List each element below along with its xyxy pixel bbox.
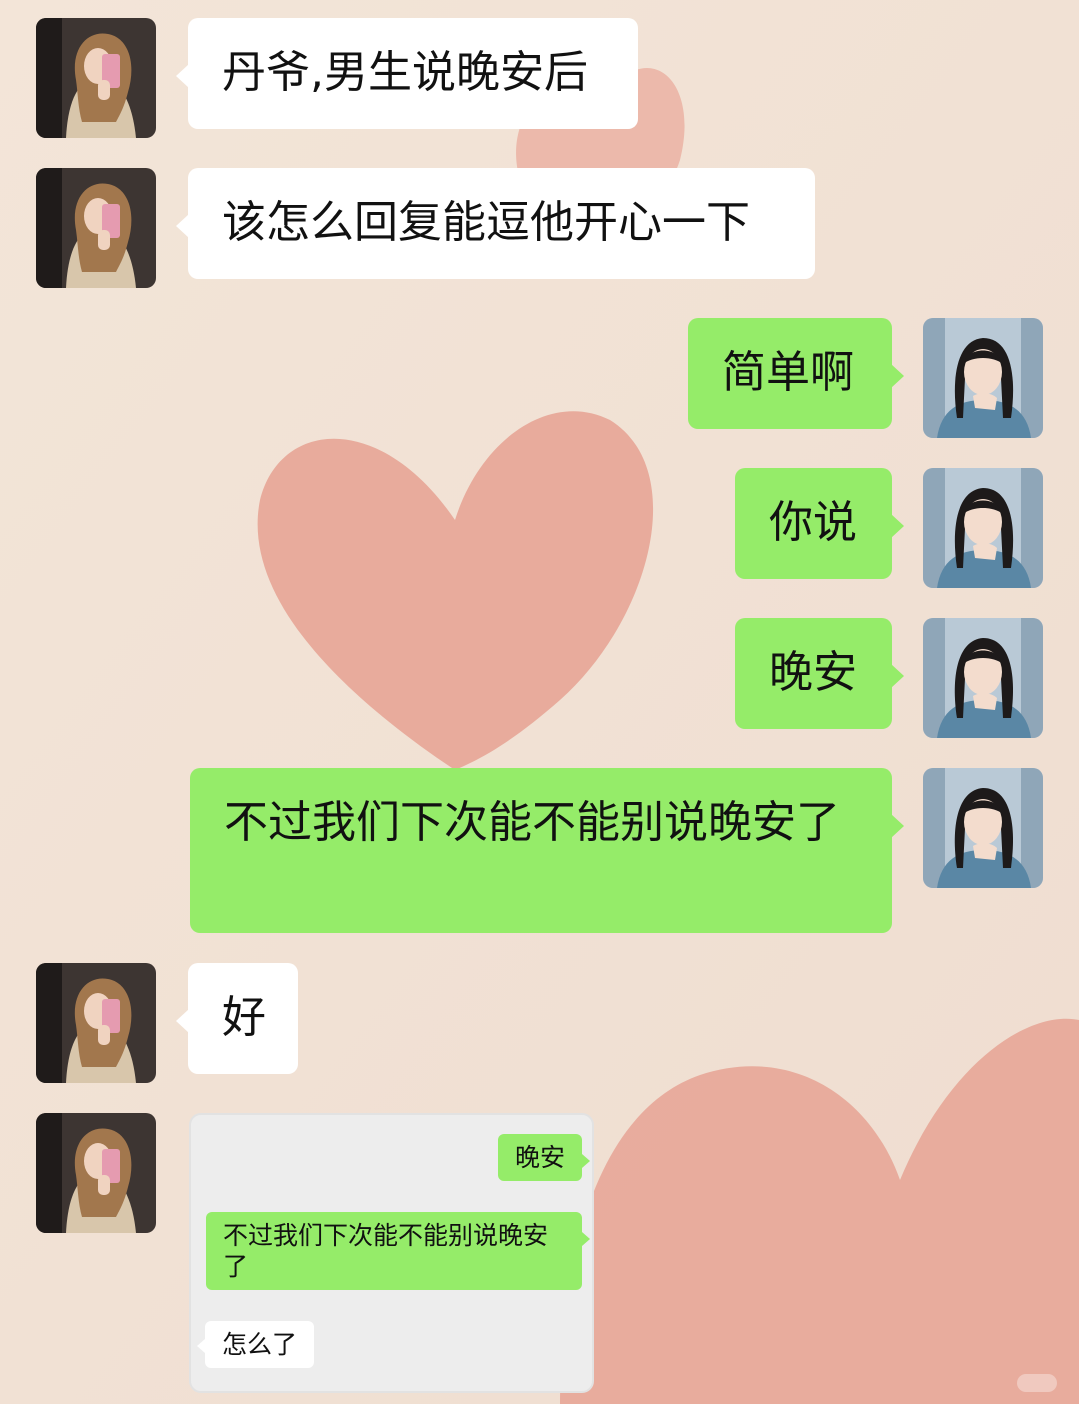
screenshot-bubble-received-1: 怎么了 bbox=[196, 1321, 315, 1368]
message-text: 简单啊 bbox=[722, 347, 854, 398]
screenshot-bubble-sent-1: 晚安 bbox=[498, 1134, 591, 1181]
watermark bbox=[1017, 1374, 1057, 1392]
message-text: 不过我们下次能不能别说晚安了 bbox=[224, 797, 840, 848]
avatar-received-4[interactable] bbox=[36, 1113, 156, 1233]
message-received-3[interactable]: 好 bbox=[176, 963, 298, 1074]
avatar-girl-denim-shirt-icon bbox=[923, 618, 1043, 738]
avatar-girl-phone-selfie-icon bbox=[36, 963, 156, 1083]
avatar-girl-phone-selfie-icon bbox=[36, 168, 156, 288]
message-sent-1[interactable]: 简单啊 bbox=[688, 318, 904, 429]
message-received-2[interactable]: 该怎么回复能逗他开心一下 bbox=[176, 168, 815, 279]
message-received-1[interactable]: 丹爷,男生说晚安后 bbox=[176, 18, 638, 129]
avatar-sent-3[interactable] bbox=[923, 618, 1043, 738]
screenshot-bubble-text: 晚安 bbox=[515, 1143, 566, 1172]
avatar-girl-phone-selfie-icon bbox=[36, 18, 156, 138]
avatar-girl-phone-selfie-icon bbox=[36, 1113, 156, 1233]
avatar-girl-denim-shirt-icon bbox=[923, 318, 1043, 438]
message-text: 你说 bbox=[769, 497, 857, 548]
screenshot-image-message[interactable]: 晚安 不过我们下次能不能别说晚安了 怎么了 bbox=[189, 1113, 594, 1393]
avatar-received-2[interactable] bbox=[36, 168, 156, 288]
avatar-sent-1[interactable] bbox=[923, 318, 1043, 438]
avatar-sent-4[interactable] bbox=[923, 768, 1043, 888]
message-sent-2[interactable]: 你说 bbox=[735, 468, 904, 579]
message-text: 晚安 bbox=[769, 647, 857, 698]
message-text: 丹爷,男生说晚安后 bbox=[222, 47, 588, 98]
avatar-girl-denim-shirt-icon bbox=[923, 768, 1043, 888]
message-sent-4[interactable]: 不过我们下次能不能别说晚安了 bbox=[190, 768, 904, 933]
message-text: 该怎么回复能逗他开心一下 bbox=[222, 197, 750, 248]
avatar-received-3[interactable] bbox=[36, 963, 156, 1083]
avatar-girl-denim-shirt-icon bbox=[923, 468, 1043, 588]
avatar-sent-2[interactable] bbox=[923, 468, 1043, 588]
message-sent-3[interactable]: 晚安 bbox=[735, 618, 904, 729]
screenshot-bubble-sent-2: 不过我们下次能不能别说晚安了 bbox=[206, 1212, 590, 1290]
screenshot-bubble-text: 怎么了 bbox=[222, 1330, 298, 1359]
screenshot-bubble-text: 不过我们下次能不能别说晚安了 bbox=[223, 1221, 549, 1281]
message-text: 好 bbox=[222, 992, 266, 1043]
avatar-received-1[interactable] bbox=[36, 18, 156, 138]
